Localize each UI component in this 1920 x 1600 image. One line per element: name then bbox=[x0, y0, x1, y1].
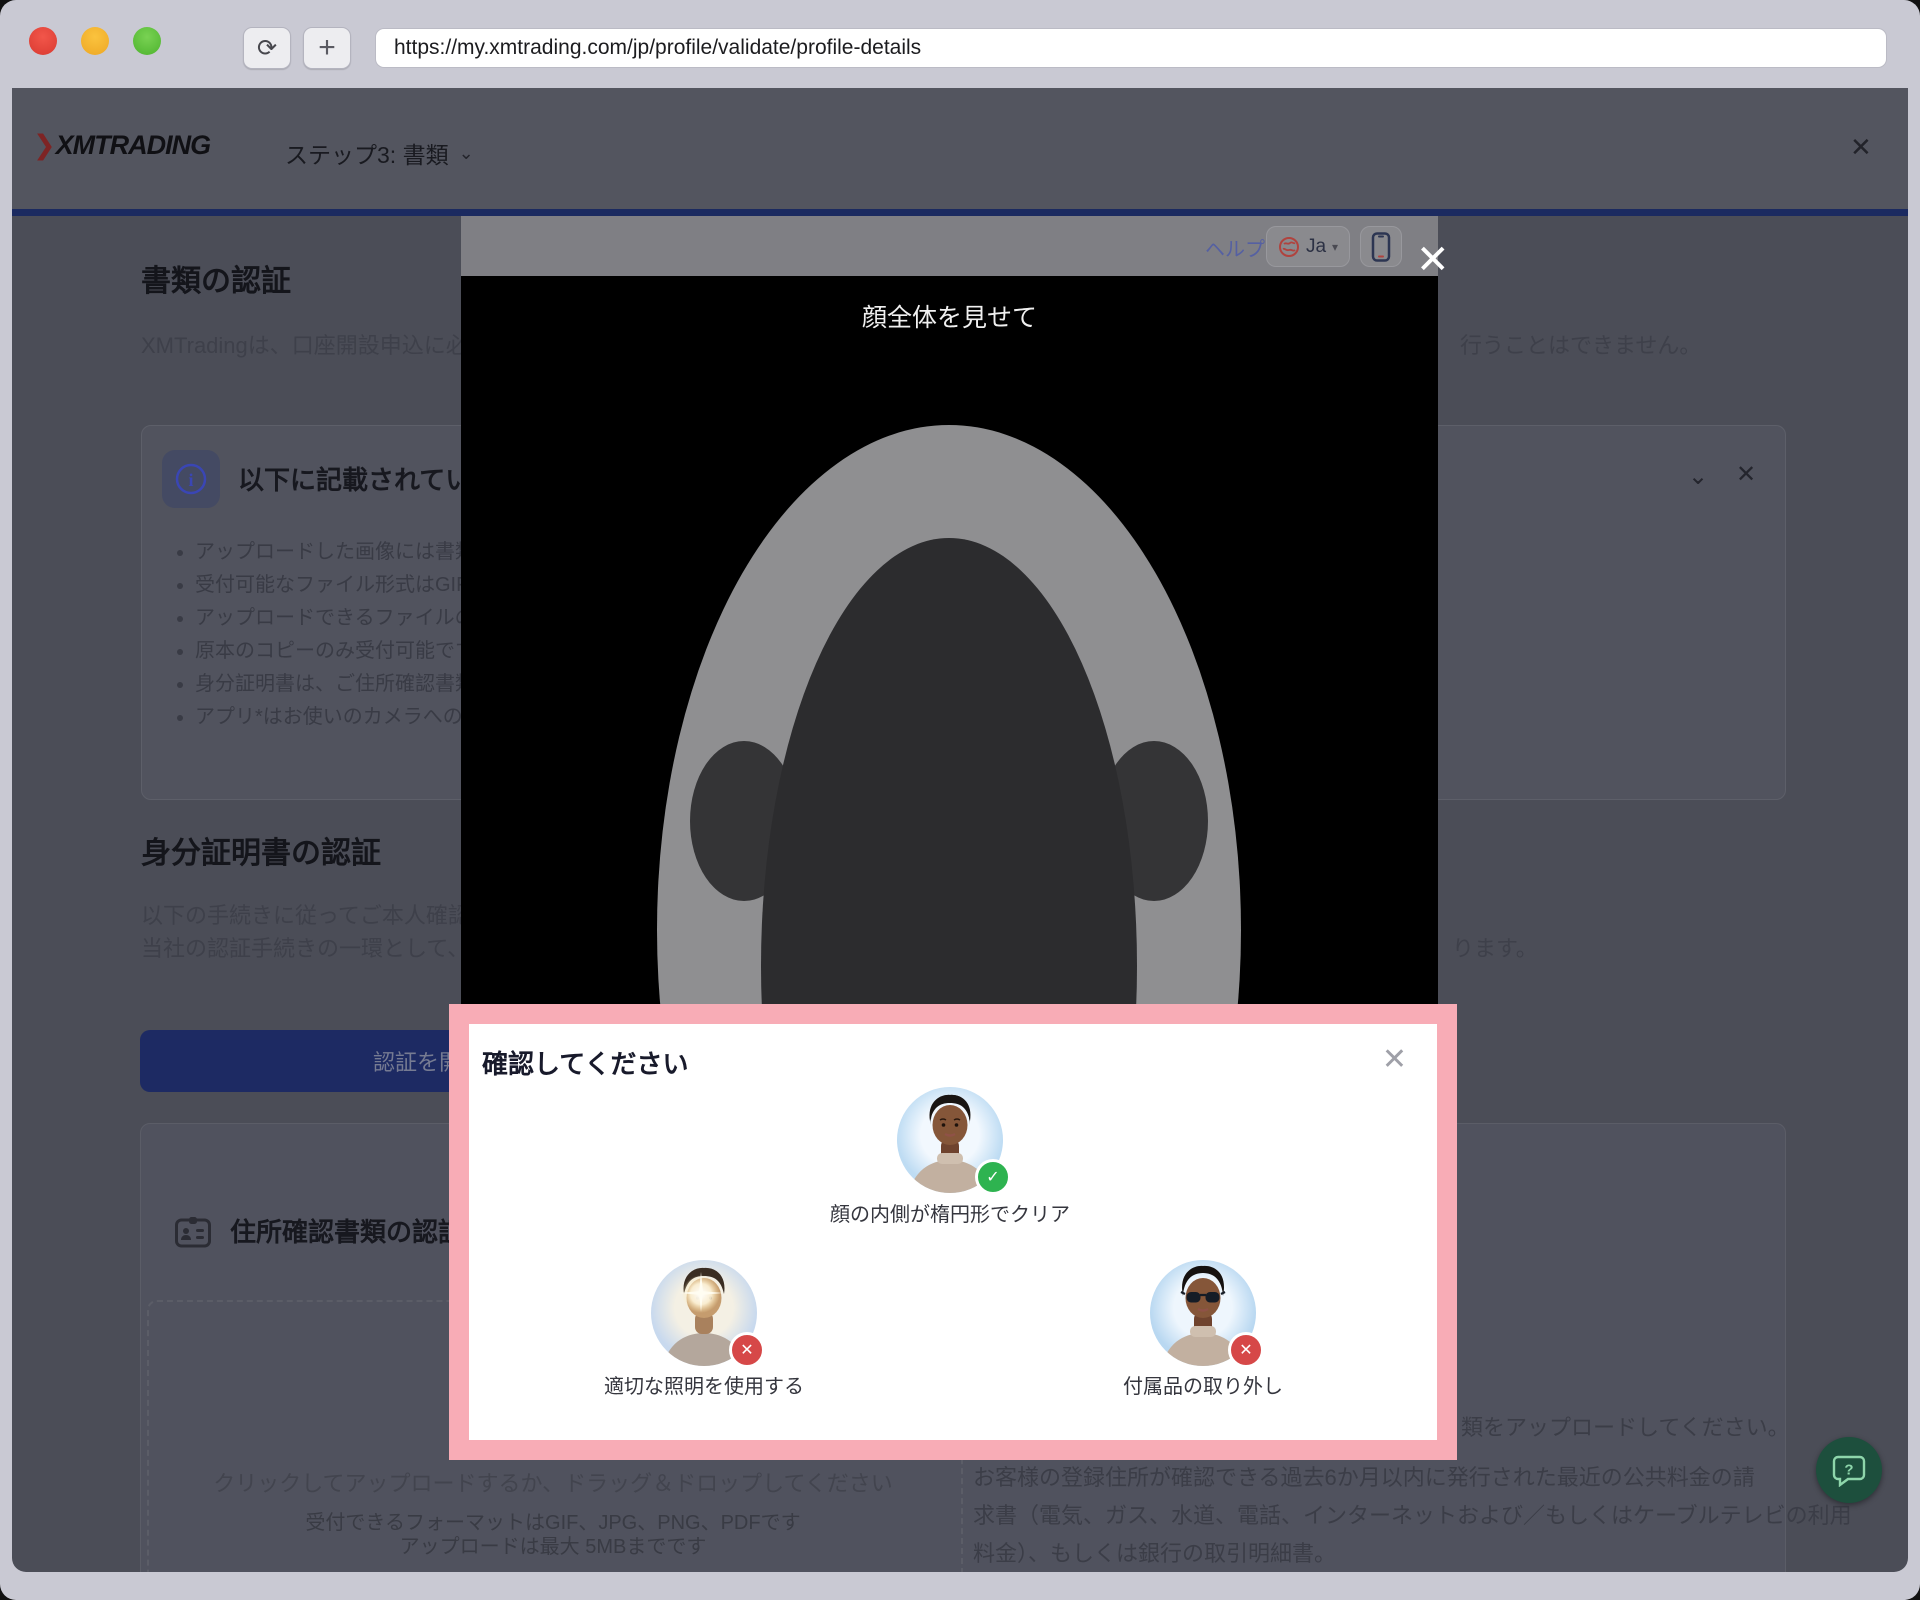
doc-intro-text-right: 行うことはできません。 bbox=[1460, 328, 1701, 360]
id-desc-line1: 以下の手続きに従ってご本人確認を完 bbox=[141, 898, 514, 930]
browser-window: ⟳ + https://my.xmtrading.com/jp/profile/… bbox=[0, 0, 1920, 1600]
svg-text:i: i bbox=[188, 470, 193, 490]
address-paragraph-line4: 料金）、もしくは銀行の取引明細書。 bbox=[973, 1536, 1763, 1568]
camera-instruction: 顔全体を見せて bbox=[461, 298, 1438, 334]
id-desc-right-fragment: ります。 bbox=[1452, 931, 1538, 963]
confirm-dialog: 確認してください ✕ bbox=[449, 1004, 1457, 1460]
maximize-window-button[interactable] bbox=[133, 27, 161, 55]
dropzone-max-size: アップロードは最大 5MBまでです bbox=[147, 1530, 959, 1559]
info-icon: i bbox=[162, 450, 220, 508]
chevron-down-icon: ⌄ bbox=[1688, 463, 1708, 490]
step-label: ステップ3: 書類 bbox=[285, 136, 449, 170]
address-paragraph-line2: お客様の登録住所が確認できる過去6か月以内に発行された最近の公共料金の請 bbox=[973, 1460, 1763, 1492]
new-tab-button[interactable]: + bbox=[303, 27, 351, 69]
id-card-icon bbox=[175, 1216, 211, 1253]
dropzone-instruction: クリックしてアップロードするか、ドラッグ＆ドロップしてください bbox=[147, 1466, 959, 1498]
dialog-title: 確認してください bbox=[482, 1044, 688, 1081]
dropdown-arrow-icon: ▾ bbox=[1332, 240, 1338, 254]
page-close-button[interactable]: ✕ bbox=[1850, 132, 1872, 163]
reload-icon: ⟳ bbox=[257, 34, 277, 63]
cross-icon: ✕ bbox=[740, 1340, 753, 1360]
reload-button[interactable]: ⟳ bbox=[243, 27, 291, 69]
example-bad-lighting: ✕ bbox=[651, 1260, 757, 1366]
address-paragraph-line3: 求書（電気、ガス、水道、電話、インターネットおよび／もしくはケーブルテレビの利用 bbox=[973, 1498, 1763, 1530]
phone-icon bbox=[1371, 232, 1391, 262]
xmtrading-logo[interactable]: ❯XMTRADING bbox=[33, 130, 210, 161]
example-good-oval: ✓ bbox=[897, 1087, 1003, 1193]
close-icon: ✕ bbox=[1416, 238, 1450, 282]
close-icon: ✕ bbox=[1736, 461, 1756, 488]
example-label: 付属品の取り外し bbox=[993, 1370, 1413, 1399]
plus-icon: + bbox=[318, 31, 336, 65]
cross-icon: ✕ bbox=[1239, 1340, 1252, 1360]
step-selector[interactable]: ステップ3: 書類 ⌄ bbox=[285, 136, 474, 170]
info-collapse-button[interactable]: ⌄ bbox=[1688, 462, 1708, 491]
error-badge: ✕ bbox=[1228, 1332, 1264, 1368]
svg-text:?: ? bbox=[1844, 1462, 1853, 1479]
check-icon: ✓ bbox=[986, 1167, 999, 1187]
globe-icon bbox=[1278, 236, 1300, 258]
doc-intro-text-left: XMTradingは、口座開設申込に必要な bbox=[141, 328, 512, 360]
close-window-button[interactable] bbox=[29, 27, 57, 55]
close-icon: ✕ bbox=[1382, 1043, 1407, 1076]
url-text: https://my.xmtrading.com/jp/profile/vali… bbox=[394, 36, 921, 60]
modal-close-button[interactable]: ✕ bbox=[1416, 240, 1450, 280]
example-label: 顔の内側が楕円形でクリア bbox=[740, 1198, 1160, 1227]
close-icon: ✕ bbox=[1850, 132, 1872, 162]
language-value: Ja bbox=[1306, 236, 1326, 258]
dialog-close-button[interactable]: ✕ bbox=[1382, 1042, 1407, 1077]
doc-verification-title: 書類の認証 bbox=[141, 256, 291, 300]
modal-toolbar: ヘルプ Ja ▾ bbox=[461, 216, 1438, 276]
check-badge: ✓ bbox=[975, 1159, 1011, 1195]
minimize-window-button[interactable] bbox=[81, 27, 109, 55]
support-chat-button[interactable]: ? bbox=[1816, 1437, 1882, 1503]
info-card-title: 以下に記載されている bbox=[238, 460, 497, 497]
chevron-down-icon: ⌄ bbox=[459, 143, 474, 164]
site-header: ❯XMTRADING ステップ3: 書類 ⌄ ✕ bbox=[12, 88, 1908, 209]
page-content: ❯XMTRADING ステップ3: 書類 ⌄ ✕ 書類の認証 XMTrading… bbox=[12, 88, 1908, 1572]
info-close-button[interactable]: ✕ bbox=[1736, 460, 1756, 489]
example-accessories: ✕ bbox=[1150, 1260, 1256, 1366]
help-link[interactable]: ヘルプ bbox=[1205, 233, 1265, 262]
progress-bar bbox=[12, 209, 1908, 216]
logo-arrow-icon: ❯ bbox=[33, 130, 55, 160]
url-bar[interactable]: https://my.xmtrading.com/jp/profile/vali… bbox=[375, 28, 1887, 68]
mobile-handoff-button[interactable] bbox=[1360, 226, 1402, 267]
address-proof-title: 住所確認書類の認証 bbox=[230, 1212, 464, 1249]
chat-help-icon: ? bbox=[1832, 1453, 1866, 1487]
language-selector[interactable]: Ja ▾ bbox=[1266, 226, 1350, 267]
example-label: 適切な照明を使用する bbox=[494, 1370, 914, 1399]
error-badge: ✕ bbox=[729, 1332, 765, 1368]
id-verification-title: 身分証明書の認証 bbox=[141, 828, 381, 872]
